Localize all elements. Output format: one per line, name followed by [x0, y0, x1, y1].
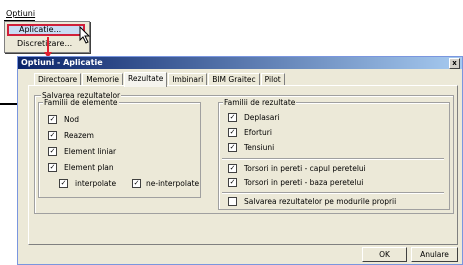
checkbox-checked-icon: ✓: [228, 127, 237, 137]
tab-rezultate[interactable]: Rezultate: [123, 72, 168, 87]
checkbox-ne-interpolate[interactable]: ✓ ne-interpolate: [132, 178, 199, 189]
options-dialog: Optiuni - Aplicatie x Directoare Memorie…: [17, 56, 463, 265]
checkbox-eforturi[interactable]: ✓ Eforturi: [228, 127, 272, 138]
ok-button[interactable]: OK: [362, 247, 407, 262]
separator: [222, 158, 444, 160]
checkbox-checked-icon: ✓: [228, 142, 237, 152]
results-group-title: Familii de rezultate: [223, 98, 297, 107]
menu-item-discretizare[interactable]: Discretizare...: [7, 38, 85, 50]
checkbox-checked-icon: ✓: [228, 177, 237, 187]
checkbox-deplasari[interactable]: ✓ Deplasari: [228, 112, 280, 123]
checkbox-checked-icon: ✓: [132, 178, 141, 188]
group-salvarea-rezultatelor: Salvarea rezultatelor Familii de element…: [34, 91, 454, 214]
mouse-cursor-icon: [79, 26, 91, 44]
elements-group-title: Familii de elemente: [43, 98, 119, 107]
close-icon: x: [452, 59, 457, 67]
checkbox-reazem[interactable]: ✓ Reazem: [48, 130, 94, 141]
tab-strip: Directoare Memorie Rezultate Imbinari BI…: [34, 72, 286, 87]
tab-panel-rezultate: Salvarea rezultatelor Familii de element…: [28, 85, 458, 245]
group-familii-elemente: Familii de elemente ✓ Nod ✓ Reazem ✓ Elemen…: [38, 98, 201, 198]
checkbox-torsori-capul[interactable]: ✓ Torsori in pereti - capul peretelui: [228, 163, 366, 174]
checkbox-checked-icon: ✓: [48, 162, 57, 172]
checkbox-nod[interactable]: ✓ Nod: [48, 114, 79, 125]
checkbox-checked-icon: ✓: [228, 112, 237, 122]
close-button[interactable]: x: [449, 58, 460, 69]
checkbox-unchecked-icon: [228, 196, 237, 206]
dialog-title: Optiuni - Aplicatie: [21, 58, 103, 67]
separator: [222, 192, 444, 194]
checkbox-torsori-baza[interactable]: ✓ Torsori in pereti - baza peretelui: [228, 177, 363, 188]
dialog-titlebar: Optiuni - Aplicatie x: [18, 57, 462, 69]
checkbox-checked-icon: ✓: [59, 178, 68, 188]
checkbox-checked-icon: ✓: [228, 163, 237, 173]
checkbox-interpolate[interactable]: ✓ interpolate: [59, 178, 116, 189]
group-familii-rezultate: Familii de rezultate ✓ Deplasari ✓ Efortur…: [218, 98, 450, 210]
checkbox-checked-icon: ✓: [48, 146, 57, 156]
menu-item-aplicatie[interactable]: Aplicatie...: [7, 24, 85, 36]
checkbox-checked-icon: ✓: [48, 114, 57, 124]
checkbox-tensiuni[interactable]: ✓ Tensiuni: [228, 142, 274, 153]
cancel-button[interactable]: Anulare: [411, 247, 458, 262]
menu-optiuni[interactable]: Optiuni: [6, 9, 35, 18]
checkbox-element-plan[interactable]: ✓ Element plan: [48, 162, 114, 173]
checkbox-salvarea-moduri-proprii[interactable]: Salvarea rezultatelor pe modurile propri…: [228, 196, 396, 207]
checkbox-checked-icon: ✓: [48, 130, 57, 140]
checkbox-element-liniar[interactable]: ✓ Element liniar: [48, 146, 116, 157]
